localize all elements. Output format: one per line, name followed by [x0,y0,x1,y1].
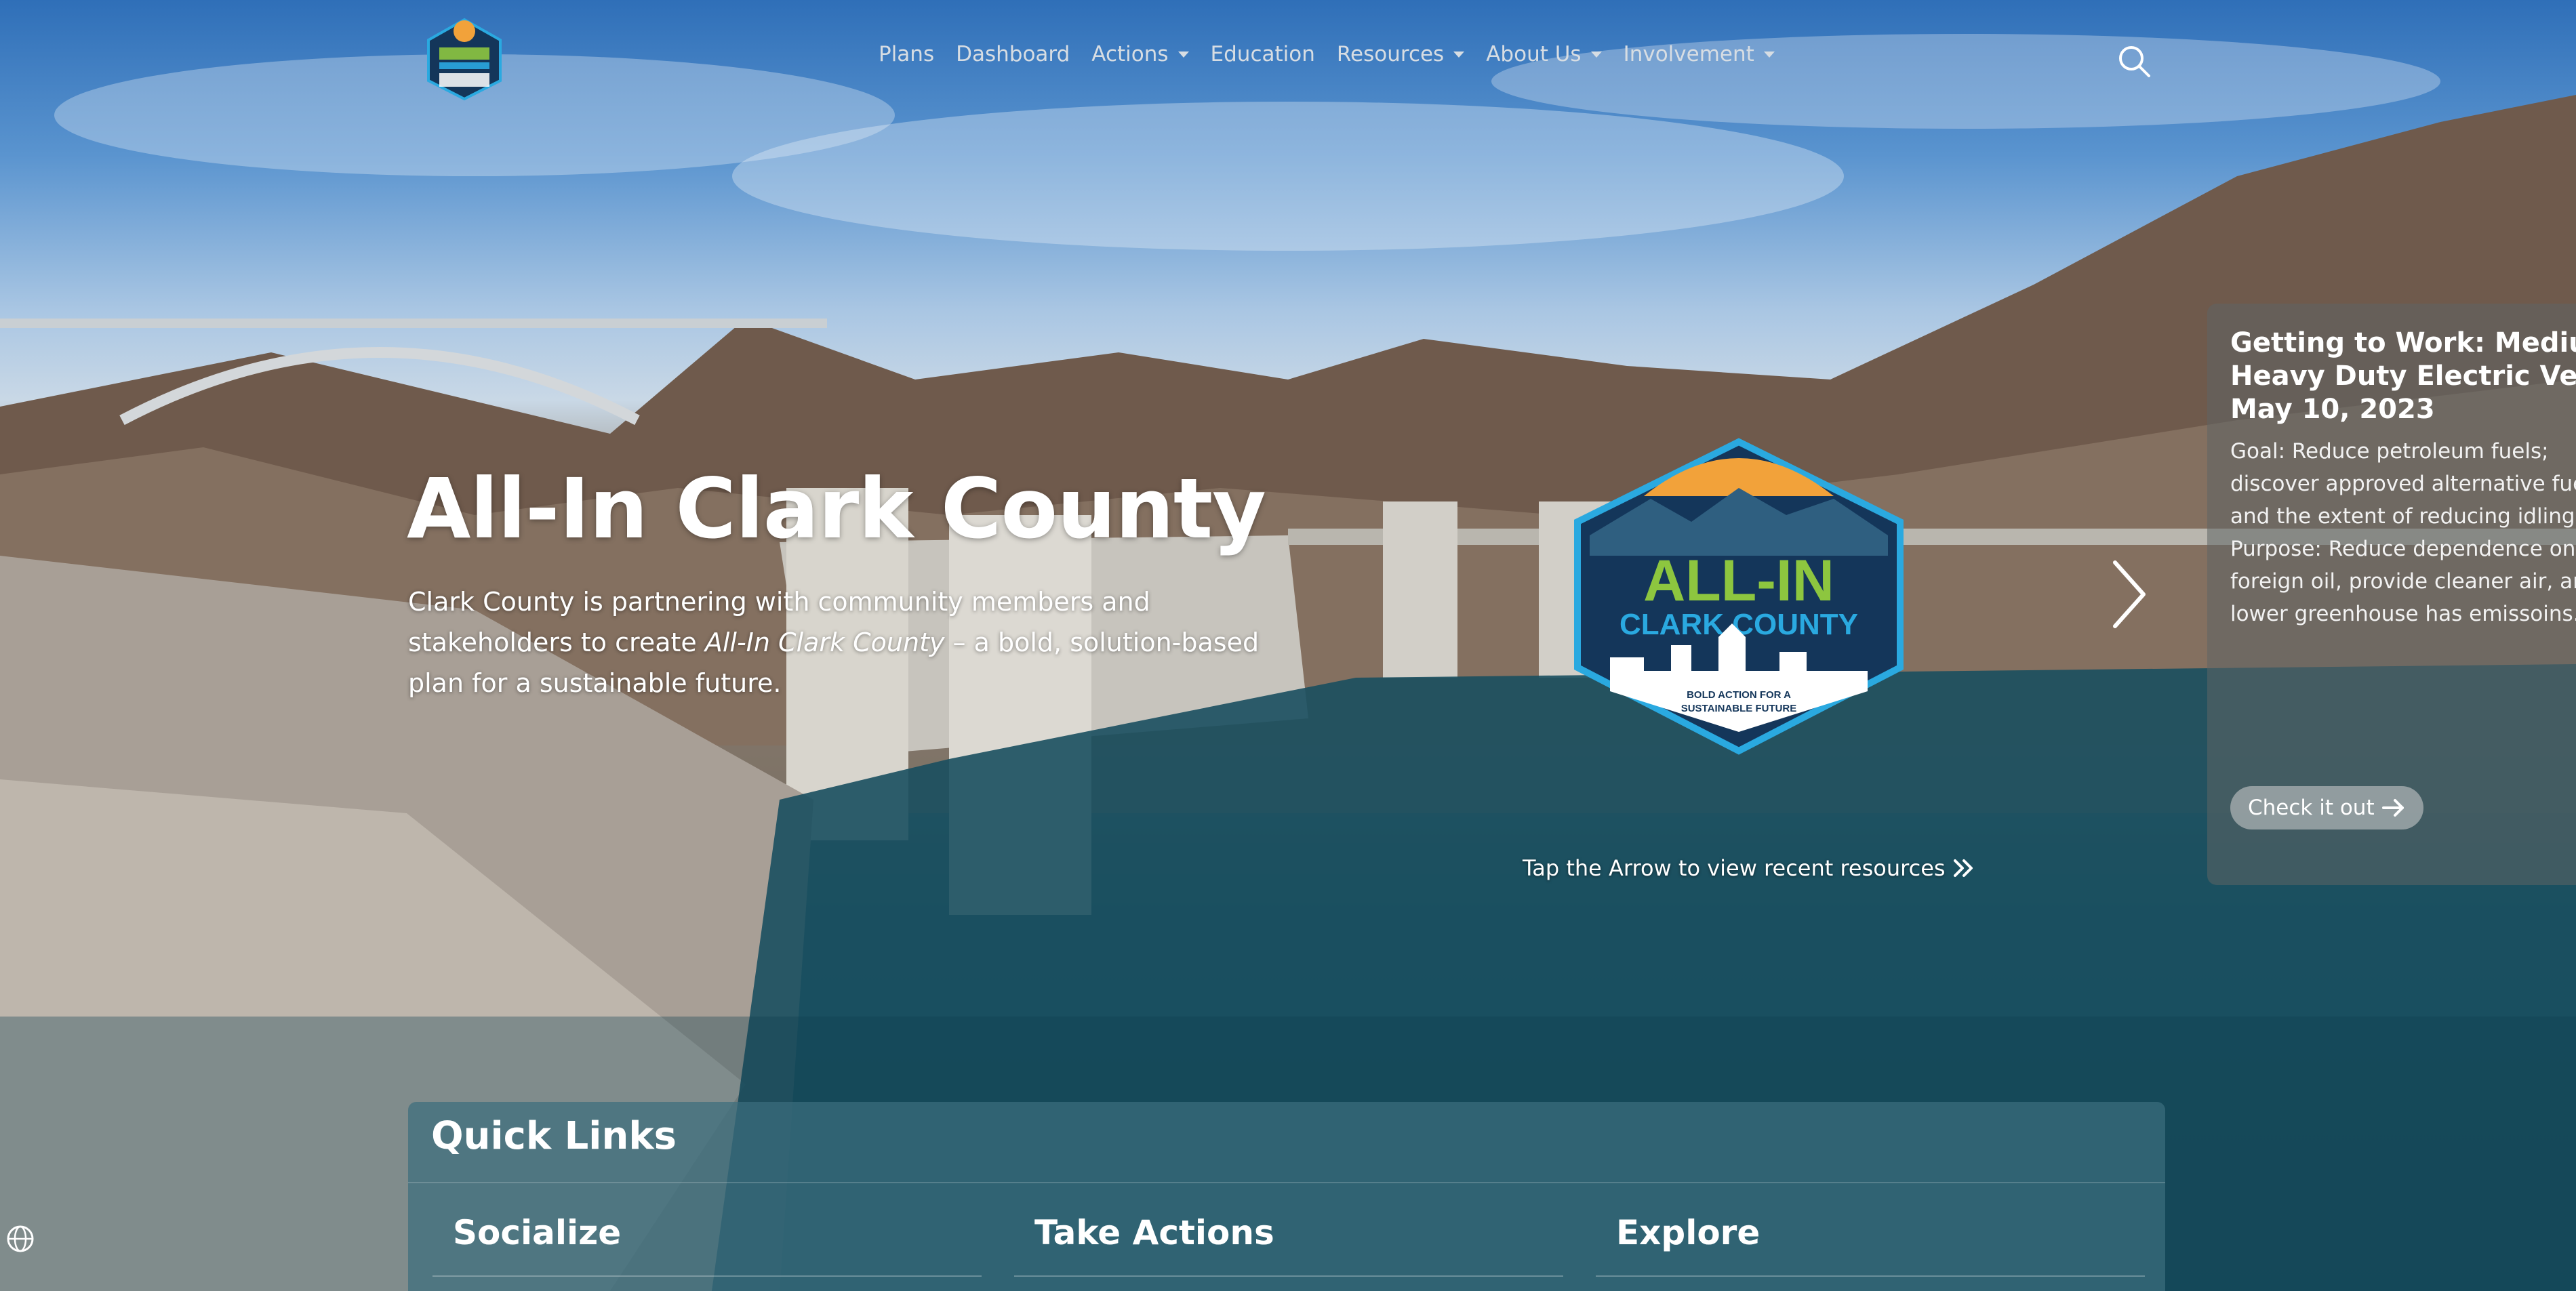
caret-down-icon [1178,51,1189,58]
caret-down-icon [1590,51,1602,58]
nav-item-about-us[interactable]: About Us [1486,42,1602,66]
nav-item-involvement[interactable]: Involvement [1624,42,1775,66]
all-in-clark-county-badge: ALL-IN CLARK COUNTY BOLD ACTION FOR A SU… [1574,438,1904,755]
recent-resources-hint: Tap the Arrow to view recent resources [1523,855,1975,881]
divider [1596,1275,2145,1277]
divider [432,1275,982,1277]
hero-background-image [0,34,2576,1291]
nav-item-label: Plans [879,42,935,66]
nav-item-actions[interactable]: Actions [1091,42,1189,66]
nav-item-label: About Us [1486,42,1582,66]
globe-icon[interactable] [5,1224,35,1254]
recent-resources-hint-text: Tap the Arrow to view recent resources [1523,855,1946,881]
page-title: All-In Clark County [407,461,1266,557]
main-nav: Plans Dashboard Actions Education Resour… [879,42,1796,66]
hero-section: Plans Dashboard Actions Education Resour… [0,0,2576,1291]
resource-card-body-line: lower greenhouse has emissoins. [2230,602,2576,626]
hero-description: Clark County is partnering with communit… [408,581,1283,703]
check-it-out-button[interactable]: Check it out [2230,786,2423,829]
quick-links-socialize[interactable]: Socialize [453,1213,621,1252]
nav-item-dashboard[interactable]: Dashboard [956,42,1070,66]
badge-tagline2: SUSTAINABLE FUTURE [1681,703,1797,714]
caret-down-icon [1453,51,1465,58]
nav-item-label: Involvement [1623,42,1754,66]
nav-item-label: Dashboard [956,42,1070,66]
hero-description-emphasis: All-In Clark County [704,628,945,657]
resource-card-body-line: discover approved alternative fuels [2230,472,2576,496]
quick-links-take-actions[interactable]: Take Actions [1034,1213,1274,1252]
quick-links-panel: Quick Links Socialize Take Actions Explo… [408,1102,2165,1291]
resource-card: Getting to Work: Medium and Heavy Duty E… [2207,304,2576,885]
quick-links-title: Quick Links [431,1114,677,1158]
resource-card-body-line: foreign oil, provide cleaner air, and [2230,569,2576,594]
caret-down-icon [1763,51,1775,58]
badge-tagline1: BOLD ACTION FOR A [1687,689,1791,701]
resource-card-body-line: Goal: Reduce petroleum fuels; [2230,439,2549,464]
nav-item-label: Education [1210,42,1315,66]
nav-item-education[interactable]: Education [1211,42,1315,66]
resource-card-date: May 10, 2023 [2230,394,2435,425]
quick-links-explore[interactable]: Explore [1616,1213,1760,1252]
divider [1014,1275,1563,1277]
resource-card-body: Goal: Reduce petroleum fuels; discover a… [2230,435,2576,630]
arrow-right-icon [2381,799,2404,817]
search-icon[interactable] [2115,42,2153,80]
double-chevron-right-icon [1953,859,1973,877]
divider [408,1182,2165,1183]
resource-card-body-line: Purpose: Reduce dependence on [2230,537,2576,561]
nav-item-resources[interactable]: Resources [1336,42,1465,66]
chevron-right-icon[interactable] [2108,557,2149,632]
nav-item-plans[interactable]: Plans [879,42,934,66]
nav-item-label: Resources [1336,42,1445,66]
site-logo[interactable] [420,16,508,101]
badge-line1: ALL-IN [1643,548,1834,613]
resource-card-title-line: Heavy Duty Electric Vehicles [2230,361,2576,392]
check-it-out-label: Check it out [2248,796,2375,820]
resource-card-title-line: Getting to Work: Medium and [2230,327,2576,358]
nav-item-label: Actions [1091,42,1169,66]
resource-card-title: Getting to Work: Medium and Heavy Duty E… [2230,327,2576,426]
resource-card-body-line: and the extent of reducing idling. [2230,504,2576,529]
